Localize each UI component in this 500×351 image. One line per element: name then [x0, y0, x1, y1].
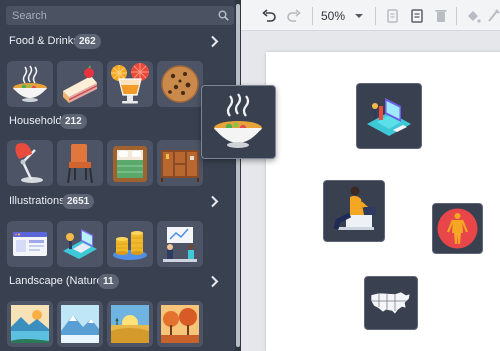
- shape-sunny-lake[interactable]: [7, 301, 53, 347]
- autumn-forest-icon: [161, 305, 199, 343]
- orange-drink-icon: [111, 63, 149, 104]
- shape-cabinet[interactable]: [157, 140, 203, 186]
- undo-icon[interactable]: [261, 8, 277, 24]
- shape-team-meeting[interactable]: [157, 221, 203, 267]
- shape-chocolate-cookie[interactable]: [157, 61, 203, 107]
- isometric-laptop-icon: [63, 229, 97, 259]
- coins-icon: [113, 231, 147, 260]
- toolbar-separator: [456, 7, 457, 25]
- shape-snowy-mountains[interactable]: [57, 301, 103, 347]
- chevron-right-icon[interactable]: [210, 35, 219, 48]
- zoom-dropdown-icon[interactable]: [354, 8, 364, 24]
- redo-icon[interactable]: [286, 8, 302, 24]
- team-meeting-icon: [163, 227, 197, 262]
- zoom-level[interactable]: 50%: [321, 9, 345, 23]
- line-color-icon[interactable]: [487, 8, 500, 24]
- top-toolbar: 50%: [241, 0, 500, 31]
- category-title: Illustrations: [9, 195, 65, 207]
- browser-window-icon: [13, 232, 47, 256]
- count-badge: 262: [74, 34, 101, 49]
- shape-autumn-forest[interactable]: [157, 301, 203, 347]
- category-title: Landscape (Nature): [9, 275, 107, 287]
- canvas-shape-isometric-phone[interactable]: [356, 83, 422, 149]
- cabinet-icon: [161, 150, 199, 182]
- chevron-right-icon[interactable]: [210, 195, 219, 208]
- count-badge: 212: [60, 114, 87, 129]
- search-icon[interactable]: [218, 10, 229, 21]
- shape-orange-drink[interactable]: [107, 61, 153, 107]
- cookie-icon: [161, 65, 199, 103]
- desert-sunset-icon: [111, 305, 149, 343]
- canvas-shape-usa-map[interactable]: [364, 276, 418, 330]
- library-search: [6, 6, 234, 25]
- shape-coins-stack[interactable]: [107, 221, 153, 267]
- shape-browser-window[interactable]: [7, 221, 53, 267]
- toolbar-separator: [375, 7, 376, 25]
- bowl-of-soup-icon: [214, 93, 262, 148]
- shape-chair[interactable]: [57, 140, 103, 186]
- delete-icon[interactable]: [434, 8, 448, 24]
- usa-map-icon: [370, 291, 411, 315]
- sunny-lake-icon: [11, 305, 49, 343]
- person-with-laptop-icon: [333, 186, 376, 230]
- fill-bucket-icon[interactable]: [465, 8, 481, 24]
- category-title: Food & Drinks: [9, 35, 79, 47]
- library-scrollbar-thumb[interactable]: [236, 4, 240, 347]
- desk-lamp-icon: [15, 143, 43, 183]
- canvas-shape-person-with-laptop[interactable]: [323, 180, 385, 242]
- canvas-shape-human-body[interactable]: [432, 203, 483, 254]
- snowy-mountains-icon: [61, 305, 99, 343]
- human-body-anatomy-icon: [437, 208, 478, 249]
- category-header-household[interactable]: Household 212: [9, 113, 223, 131]
- search-input[interactable]: [6, 6, 216, 25]
- paste-icon[interactable]: [410, 8, 424, 24]
- cake-slice-icon: [63, 65, 97, 103]
- shape-bed[interactable]: [107, 140, 153, 186]
- category-header-food-drinks[interactable]: Food & Drinks 262: [9, 33, 223, 51]
- shape-cake-slice[interactable]: [57, 61, 103, 107]
- shape-desk-lamp[interactable]: [7, 140, 53, 186]
- dragged-shape-bowl-of-soup[interactable]: [201, 85, 276, 159]
- shape-library-panel: Food & Drinks 262: [0, 0, 235, 351]
- category-header-landscape[interactable]: Landscape (Nature) 11: [9, 273, 223, 291]
- chevron-right-icon[interactable]: [210, 275, 219, 288]
- shape-isometric-laptop[interactable]: [57, 221, 103, 267]
- bowl-of-soup-icon: [13, 65, 47, 102]
- isometric-phone-illustration-icon: [367, 98, 411, 136]
- count-badge: 2651: [62, 194, 95, 209]
- category-header-illustrations[interactable]: Illustrations 2651: [9, 193, 223, 211]
- count-badge: 11: [98, 274, 119, 289]
- shape-desert-sunset[interactable]: [107, 301, 153, 347]
- toolbar-separator: [312, 7, 313, 25]
- shape-bowl-of-soup[interactable]: [7, 61, 53, 107]
- copy-icon[interactable]: [386, 8, 400, 24]
- chair-icon: [67, 144, 93, 184]
- bed-icon: [113, 146, 147, 182]
- category-title: Household: [9, 115, 62, 127]
